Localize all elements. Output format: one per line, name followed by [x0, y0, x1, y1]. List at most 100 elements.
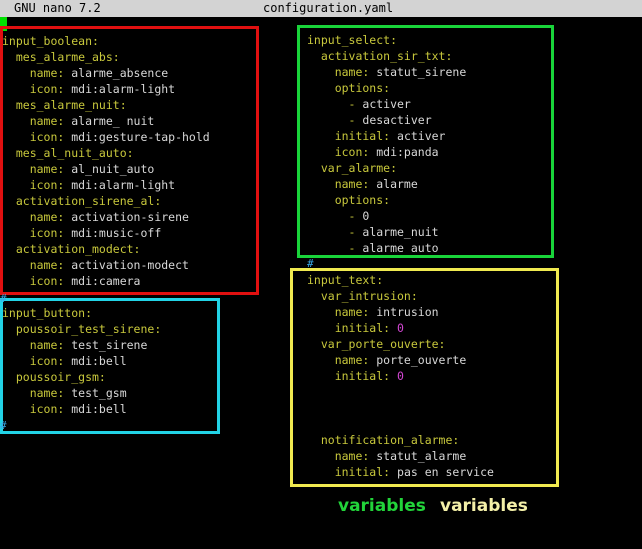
code-line: name: statut_sirene [307, 64, 467, 80]
yaml-key: name: [307, 177, 370, 191]
yaml-value: mdi:panda [369, 145, 439, 159]
yaml-key: options: [307, 193, 391, 207]
yaml-key: - [307, 241, 363, 255]
yaml-value: mdi:music-off [64, 226, 162, 240]
code-line: icon: mdi:bell [2, 401, 161, 417]
code-block-input-text[interactable]: input_text: var_intrusion: name: intrusi… [307, 272, 494, 480]
yaml-value: alarme [369, 177, 418, 191]
code-line: options: [307, 80, 466, 96]
file-name: configuration.yaml [263, 1, 394, 15]
yaml-key: name: [2, 258, 65, 272]
yaml-key: activation_modect: [2, 242, 141, 256]
app-name: GNU nano 7.2 [14, 1, 101, 15]
yaml-value: pas en service [390, 465, 494, 479]
yaml-key: icon: [307, 145, 370, 159]
yaml-value: mdi:camera [64, 274, 141, 288]
yaml-value: test_gsm [64, 386, 127, 400]
yaml-key: name: [2, 386, 65, 400]
yaml-key: initial: [307, 465, 391, 479]
label-variables-yellow: variables [440, 496, 528, 516]
code-line: - alarme auto [307, 240, 466, 256]
code-line: name: activation-sirene [2, 209, 210, 225]
yaml-key: poussoir_gsm: [2, 370, 106, 384]
code-line: initial: 0 [307, 320, 494, 336]
yaml-key: name: [307, 449, 370, 463]
yaml-number: 0 [397, 321, 404, 335]
yaml-value: test_sirene [64, 338, 148, 352]
yaml-key: initial: [307, 129, 391, 143]
code-line: icon: mdi:music-off [2, 225, 210, 241]
yaml-key: - [307, 225, 363, 239]
code-line: mes_al_nuit_auto: [2, 145, 210, 161]
yaml-key: mes_al_nuit_auto: [2, 146, 134, 160]
yaml-key: icon: [2, 82, 65, 96]
code-line: icon: mdi:alarm-light [2, 81, 210, 97]
code-line: - desactiver [307, 112, 466, 128]
code-block-input-button[interactable]: input_button: poussoir_test_sirene: name… [2, 305, 161, 417]
code-line: name: porte_ouverte [307, 352, 494, 368]
yaml-key: poussoir_test_sirene: [2, 322, 162, 336]
yaml-value: porte_ouverte [369, 353, 467, 367]
yaml-value: alarme auto [362, 241, 439, 255]
yaml-value: 0 [362, 209, 370, 223]
code-line: - activer [307, 96, 466, 112]
yaml-key: input_button: [2, 306, 93, 320]
yaml-key: mes_alarme_abs: [2, 50, 120, 64]
yaml-key: icon: [2, 226, 65, 240]
yaml-value: mdi:alarm-light [64, 82, 176, 96]
yaml-key: activation_sirene_al: [2, 194, 162, 208]
code-block-input-select[interactable]: input_select: activation_sir_txt: name: … [307, 32, 466, 256]
code-line: name: test_sirene [2, 337, 161, 353]
yaml-key: name: [2, 338, 65, 352]
yaml-key: var_alarme: [307, 161, 398, 175]
code-block-input-boolean[interactable]: input_boolean: mes_alarme_abs: name: ala… [2, 33, 210, 289]
yaml-value: statut_sirene [369, 65, 467, 79]
label-variables-green: variables [338, 496, 426, 516]
yaml-value: alarme_absence [64, 66, 169, 80]
code-line: poussoir_gsm: [2, 369, 161, 385]
yaml-value: alarme_ nuit [64, 114, 155, 128]
code-line: name: al_nuit_auto [2, 161, 210, 177]
code-line: initial: pas en service [307, 464, 494, 480]
yaml-value: statut_alarme [369, 449, 467, 463]
code-line: poussoir_test_sirene: [2, 321, 161, 337]
yaml-key: icon: [2, 274, 65, 288]
code-line: icon: mdi:camera [2, 273, 210, 289]
code-line: var_porte_ouverte: [307, 336, 494, 352]
code-line: icon: mdi:panda [307, 144, 466, 160]
yaml-value: al_nuit_auto [64, 162, 155, 176]
code-line: - 0 [307, 208, 466, 224]
code-line: name: alarme [307, 176, 466, 192]
code-line: var_intrusion: [307, 288, 494, 304]
yaml-key: - [307, 113, 363, 127]
yaml-key: options: [307, 81, 391, 95]
title-bar: GNU nano 7.2 configuration.yaml [0, 0, 642, 17]
yaml-value [390, 321, 397, 335]
yaml-key: notification_alarme: [307, 433, 460, 447]
yaml-key: name: [2, 66, 65, 80]
code-line: options: [307, 192, 466, 208]
yaml-key: name: [2, 210, 65, 224]
yaml-number: 0 [397, 369, 404, 383]
code-line: activation_modect: [2, 241, 210, 257]
yaml-key: icon: [2, 402, 65, 416]
code-line: icon: mdi:bell [2, 353, 161, 369]
yaml-key: name: [2, 162, 65, 176]
code-line: var_alarme: [307, 160, 466, 176]
comment-marker: # [0, 419, 7, 432]
yaml-key: name: [307, 353, 370, 367]
code-line: input_boolean: [2, 33, 210, 49]
code-line: mes_alarme_abs: [2, 49, 210, 65]
yaml-key: - [307, 97, 363, 111]
yaml-value: mdi:alarm-light [64, 178, 176, 192]
code-line: input_button: [2, 305, 161, 321]
yaml-key: - [307, 209, 363, 223]
yaml-value: desactiver [362, 113, 432, 127]
code-line: initial: 0 [307, 368, 494, 384]
yaml-key: input_select: [307, 33, 398, 47]
yaml-key: mes_alarme_nuit: [2, 98, 127, 112]
yaml-value: mdi:bell [64, 402, 127, 416]
yaml-value: activer [390, 129, 446, 143]
code-line: activation_sir_txt: [307, 48, 466, 64]
